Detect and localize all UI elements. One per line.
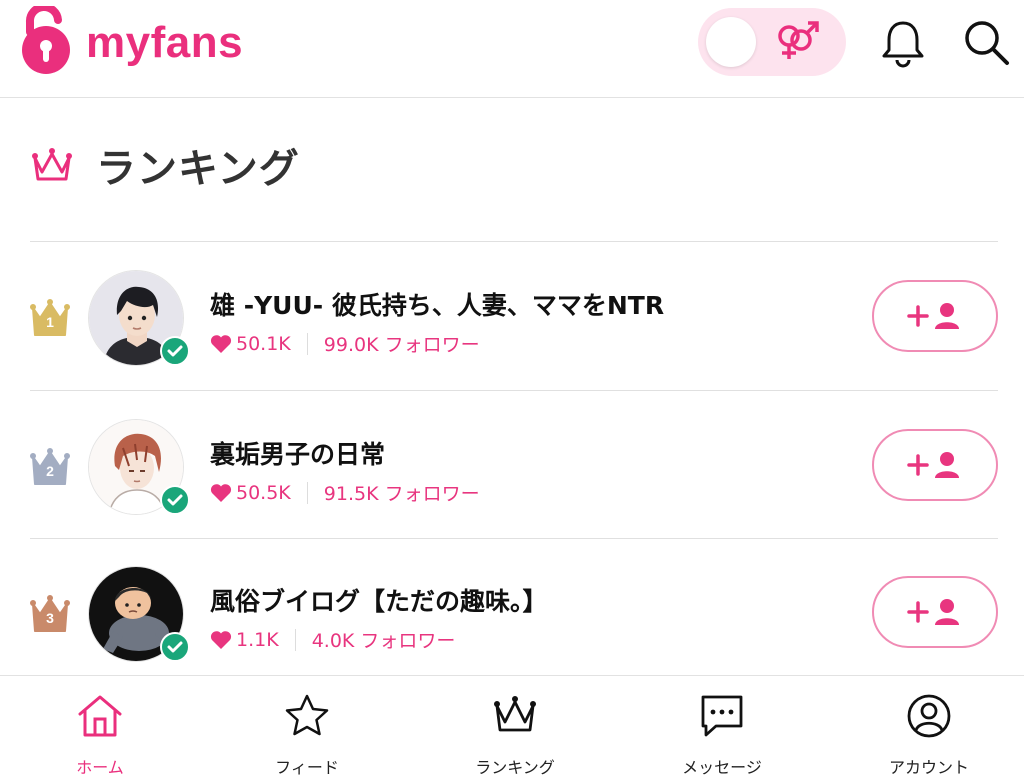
nav-item-account[interactable]: アカウント <box>849 676 1009 780</box>
page-title-text: ランキング <box>96 146 300 192</box>
verified-icon <box>160 632 190 662</box>
home-icon <box>78 695 122 737</box>
nav-item-home[interactable]: ホーム <box>20 676 180 780</box>
rank-badge: 1 <box>30 298 70 338</box>
creator-name[interactable]: 風俗ブイログ【ただの趣味。】 <box>210 582 548 618</box>
bottom-nav: ホーム フィード ランキング メッセージ アカウント <box>0 675 1024 780</box>
followers-count: 4.0K フォロワー <box>311 630 456 652</box>
star-icon <box>285 694 329 736</box>
rank-badge: 3 <box>30 594 70 634</box>
heart-icon <box>210 334 232 353</box>
rank-number: 3 <box>46 610 54 626</box>
top-header: myfans <box>0 0 1024 98</box>
bell-icon[interactable] <box>880 18 926 68</box>
ranking-row[interactable]: 1 雄 -YUU- 彼氏持ち、人妻、ママをNTR 50.1K 99.0K フォロ… <box>30 242 998 390</box>
nav-label: ホーム <box>76 758 124 777</box>
creator-name[interactable]: 裏垢男子の日常 <box>210 435 385 471</box>
nav-label: メッセージ <box>682 758 762 777</box>
logo[interactable]: myfans <box>20 6 243 74</box>
likes-count: 1.1K <box>236 628 279 651</box>
ranking-row[interactable]: 3 風俗ブイログ【ただの趣味。】 1.1K 4.0K フォロワー <box>30 538 998 686</box>
account-icon <box>907 694 951 738</box>
stat-divider <box>306 481 308 504</box>
page-title: ランキング <box>30 136 300 194</box>
search-icon[interactable] <box>962 18 1012 68</box>
crown-icon <box>494 696 536 732</box>
logo-text: myfans <box>86 18 244 67</box>
crown-icon <box>32 148 72 181</box>
nav-label: フィード <box>275 758 339 777</box>
nav-label: アカウント <box>888 758 969 777</box>
verified-icon <box>160 485 190 515</box>
heart-icon <box>210 483 232 502</box>
creator-stats: 50.5K 91.5K フォロワー <box>210 479 480 506</box>
creator-stats: 50.1K 99.0K フォロワー <box>210 330 480 357</box>
rank-number: 1 <box>46 314 54 330</box>
rank-number: 2 <box>46 463 54 479</box>
message-icon <box>701 695 743 737</box>
followers-count: 99.0K フォロワー <box>323 334 480 356</box>
follow-button[interactable] <box>872 429 998 501</box>
nav-item-feed[interactable]: フィード <box>227 676 387 780</box>
likes-count: 50.5K <box>236 481 291 504</box>
verified-icon <box>160 336 190 366</box>
add-user-icon <box>907 303 959 329</box>
gender-icon <box>778 21 819 59</box>
stat-divider <box>294 628 296 651</box>
nav-item-messages[interactable]: メッセージ <box>642 676 802 780</box>
stat-divider <box>306 332 308 355</box>
nav-label: ランキング <box>475 758 555 777</box>
likes-count: 50.1K <box>236 332 291 355</box>
followers-count: 91.5K フォロワー <box>323 483 480 505</box>
add-user-icon <box>907 599 959 625</box>
lock-logo-icon <box>22 6 70 74</box>
creator-name[interactable]: 雄 -YUU- 彼氏持ち、人妻、ママをNTR <box>210 286 664 322</box>
add-user-icon <box>907 452 959 478</box>
creator-stats: 1.1K 4.0K フォロワー <box>210 626 455 653</box>
follow-button[interactable] <box>872 576 998 648</box>
toggle-knob <box>706 17 756 67</box>
heart-icon <box>210 630 232 649</box>
nav-item-ranking[interactable]: ランキング <box>435 676 595 780</box>
ranking-row[interactable]: 2 裏垢男子の日常 50.5K 91.5K フォロワー <box>30 391 998 539</box>
rank-badge: 2 <box>30 447 70 487</box>
gender-toggle[interactable] <box>698 8 846 76</box>
follow-button[interactable] <box>872 280 998 352</box>
